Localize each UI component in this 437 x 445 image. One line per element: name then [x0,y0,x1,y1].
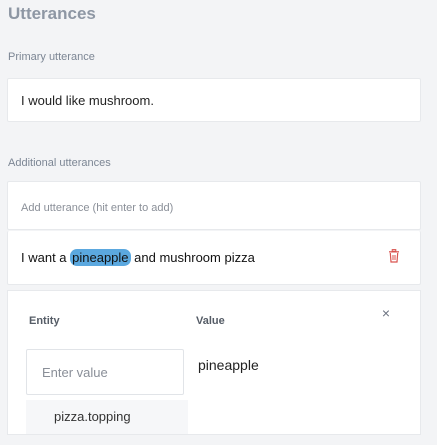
entity-highlight[interactable]: pineapple [70,249,131,266]
entity-value: pineapple [198,357,259,373]
utterance-item[interactable]: I want a pineapple and mushroom pizza [7,231,421,285]
entity-column-header: Entity [29,315,60,327]
entity-option-pizza-topping[interactable]: pizza.topping [26,400,188,434]
utterance-text-before: I want a [21,250,71,265]
primary-utterance-label: Primary utterance [8,51,95,63]
close-icon[interactable]: × [382,305,390,321]
section-title: Utterances [8,4,96,23]
utterance-text-after: and mushroom pizza [130,250,255,265]
entity-value-input[interactable] [26,349,184,395]
entity-panel: Entity Value × pineapple pizza.topping [7,290,421,435]
add-utterance-input[interactable]: Add utterance (hit enter to add) [7,181,421,230]
primary-utterance-text: I would like mushroom. [21,93,154,108]
additional-utterances-label: Additional utterances [8,157,111,169]
add-utterance-placeholder: Add utterance (hit enter to add) [21,202,174,214]
primary-utterance-box[interactable]: I would like mushroom. [7,78,421,122]
value-column-header: Value [196,315,225,327]
utterance-text: I want a pineapple and mushroom pizza [21,249,255,266]
trash-icon[interactable] [388,249,400,263]
